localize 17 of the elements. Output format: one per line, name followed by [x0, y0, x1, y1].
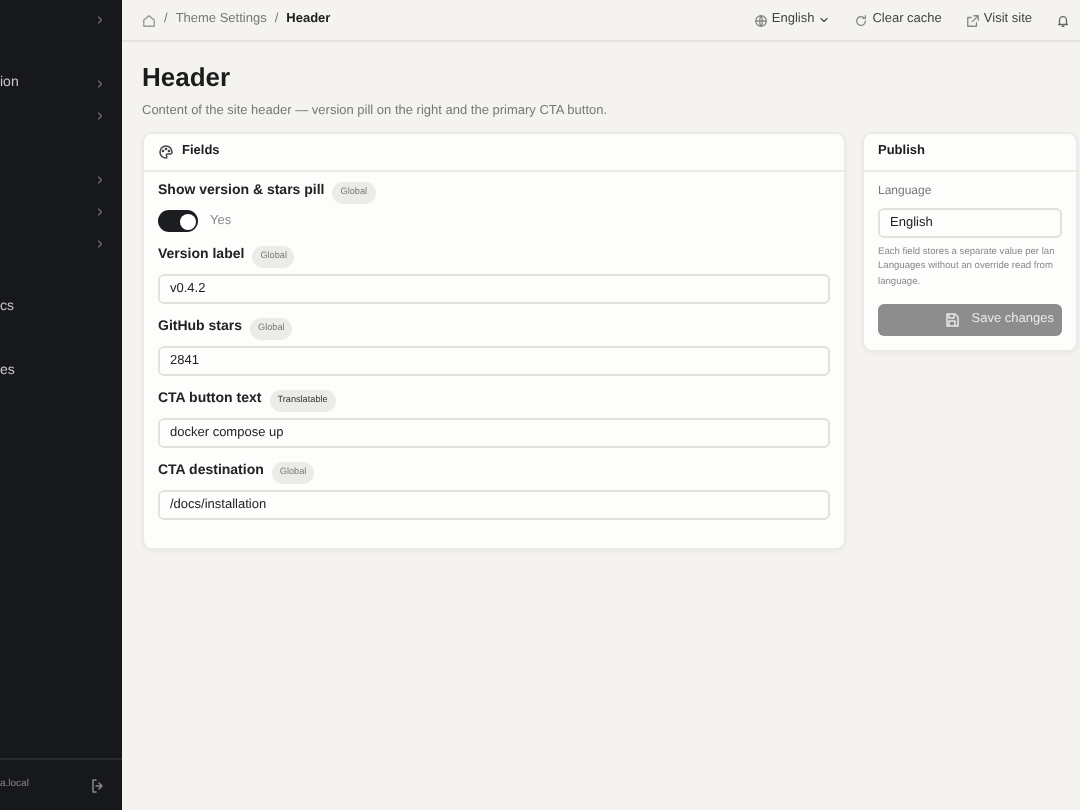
home-icon — [142, 13, 156, 27]
refresh-icon — [854, 13, 869, 27]
bell-icon — [1056, 13, 1070, 27]
save-icon — [943, 311, 960, 328]
palette-icon — [158, 144, 174, 161]
logout-icon — [90, 777, 106, 793]
chevron-right-icon — [94, 174, 106, 186]
chevron-right-icon — [94, 206, 106, 218]
chevron-right-icon — [94, 14, 106, 26]
external-link-icon — [965, 13, 980, 27]
page-title: Header — [142, 60, 233, 96]
chevron-right-icon — [94, 238, 106, 250]
chevron-right-icon — [94, 110, 106, 122]
caret-icon — [818, 14, 831, 26]
chevron-right-icon — [94, 78, 106, 90]
toggle-switch[interactable] — [158, 210, 198, 233]
globe-icon — [753, 13, 768, 27]
